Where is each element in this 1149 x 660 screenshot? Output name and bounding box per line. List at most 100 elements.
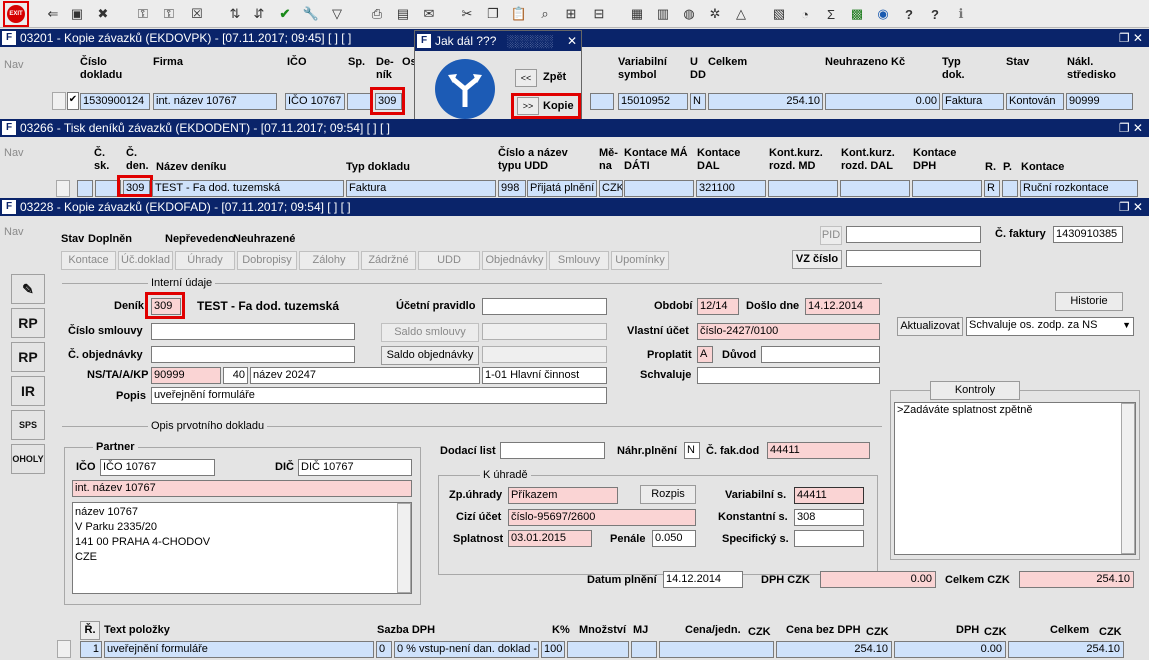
tab-dobropisy[interactable]: Dobropisy: [237, 251, 297, 270]
tab-smlouvy[interactable]: Smlouvy: [549, 251, 609, 270]
tab-ucdoklad[interactable]: Úč.doklad: [118, 251, 173, 270]
info-icon[interactable]: ℹ: [950, 3, 972, 25]
paste-icon[interactable]: 📋: [508, 3, 530, 25]
item-sazba-text[interactable]: 0 % vstup-není dan. doklad -: [394, 641, 539, 658]
help-icon[interactable]: ?: [898, 3, 920, 25]
row-blank[interactable]: [77, 180, 93, 197]
item-celk[interactable]: 254.10: [1008, 641, 1124, 658]
obdobi-field[interactable]: 12/14: [697, 298, 739, 315]
ta-field[interactable]: 40: [223, 367, 248, 384]
chevron-down-icon[interactable]: ▼: [1122, 318, 1131, 333]
row-stav[interactable]: Kontován: [1006, 93, 1064, 110]
saldo-objednavky-button[interactable]: Saldo objednávky: [381, 346, 479, 365]
objednavka-field[interactable]: [151, 346, 355, 363]
delete-record-icon[interactable]: ✖: [92, 3, 114, 25]
cfak-field[interactable]: 44411: [767, 442, 870, 459]
row-celkem[interactable]: 254.10: [708, 93, 823, 110]
scroll-up-icon[interactable]: [56, 180, 70, 197]
sort-desc-icon[interactable]: ⇵: [248, 3, 270, 25]
duvod-field[interactable]: [761, 346, 880, 363]
row-nazev[interactable]: TEST - Fa dod. tuzemská: [152, 180, 344, 197]
c-faktury-field[interactable]: 1430910385: [1053, 226, 1123, 243]
ico-field[interactable]: IČO 10767: [100, 459, 215, 476]
datum-field[interactable]: 14.12.2014: [663, 571, 743, 588]
vlastni-field[interactable]: číslo-2427/0100: [697, 323, 880, 340]
item-cbd[interactable]: 254.10: [776, 641, 892, 658]
row-cislo[interactable]: 998: [498, 180, 526, 197]
nav-label[interactable]: Nav: [4, 226, 24, 238]
tab-kontace[interactable]: Kontace: [61, 251, 116, 270]
grid-icon[interactable]: ⊟: [588, 3, 610, 25]
adresa-scrollbar[interactable]: [397, 503, 411, 593]
ir-icon[interactable]: IR: [11, 376, 45, 406]
kontroly-button[interactable]: Kontroly: [930, 381, 1020, 400]
tab-upominky[interactable]: Upomínky: [611, 251, 669, 270]
sps-icon[interactable]: SPS: [11, 410, 45, 440]
cancel-icon[interactable]: ☒: [186, 3, 208, 25]
rp-cz-icon[interactable]: RP: [11, 308, 45, 338]
document-icon[interactable]: ▧: [768, 3, 790, 25]
row-kkdal[interactable]: [840, 180, 910, 197]
row-os[interactable]: [590, 93, 614, 110]
nahr-field[interactable]: N: [684, 442, 700, 459]
celkem-field[interactable]: 254.10: [1019, 571, 1134, 588]
back-label[interactable]: Zpět: [543, 71, 566, 83]
item-mj[interactable]: [631, 641, 657, 658]
proplatit-field[interactable]: A: [697, 346, 713, 363]
back-icon[interactable]: <<: [515, 69, 537, 87]
row-sp[interactable]: [347, 93, 372, 110]
copy-icon-button[interactable]: >>: [517, 97, 539, 115]
warning-icon[interactable]: △: [730, 3, 752, 25]
rozpis-button[interactable]: Rozpis: [640, 485, 696, 504]
aktualizovat-button[interactable]: Aktualizovat: [897, 317, 963, 336]
row-p[interactable]: [1002, 180, 1018, 197]
window-controls-icon[interactable]: ❐ ✕: [1119, 29, 1143, 47]
vz-field[interactable]: [846, 250, 981, 267]
doslo-field[interactable]: 14.12.2014: [805, 298, 880, 315]
wrench-icon[interactable]: 🔧: [300, 3, 322, 25]
window-controls-icon[interactable]: ❐ ✕: [1119, 198, 1143, 216]
ohrol-icon[interactable]: OHOLY: [11, 444, 45, 474]
globe-icon[interactable]: ◍: [678, 3, 700, 25]
saldo-smlouvy-button[interactable]: Saldo smlouvy: [381, 323, 479, 342]
row-firma[interactable]: int. název 10767: [153, 93, 277, 110]
smlouva-field[interactable]: [151, 323, 355, 340]
calculator-icon[interactable]: ▦: [626, 3, 648, 25]
context-help-icon[interactable]: ?: [924, 3, 946, 25]
row-neuhrazeno[interactable]: 0.00: [825, 93, 940, 110]
row-udd[interactable]: Přijatá plnění z: [527, 180, 597, 197]
tab-zadrzne[interactable]: Zádržné: [361, 251, 416, 270]
row-cislo[interactable]: 1530900124: [80, 93, 150, 110]
nav-label[interactable]: Nav: [4, 59, 24, 71]
tab-uhrady[interactable]: Úhrady: [175, 251, 235, 270]
scroll-up-icon[interactable]: [52, 92, 66, 110]
confirm-icon[interactable]: ✔: [274, 3, 296, 25]
splatnost-field[interactable]: 03.01.2015: [508, 530, 592, 547]
dodaci-field[interactable]: [500, 442, 605, 459]
copy-icon[interactable]: ❐: [482, 3, 504, 25]
adresa-field[interactable]: název 10767 V Parku 2335/20 141 00 PRAHA…: [72, 502, 412, 594]
copy-label[interactable]: Kopie: [543, 100, 574, 112]
row-vs[interactable]: 15010952: [618, 93, 688, 110]
item-sazba[interactable]: 0: [376, 641, 392, 658]
pid-button[interactable]: PID: [820, 226, 842, 245]
cizi-field[interactable]: číslo-95697/2600: [508, 509, 696, 526]
unlock-icon[interactable]: ⚿: [158, 3, 180, 25]
item-kp[interactable]: 100: [541, 641, 565, 658]
rp-eu-icon[interactable]: RP: [11, 342, 45, 372]
sun-icon[interactable]: ✲: [704, 3, 726, 25]
row-r[interactable]: R: [984, 180, 1000, 197]
historie-button[interactable]: Historie: [1055, 292, 1123, 311]
sum-icon[interactable]: Σ: [820, 3, 842, 25]
lock-icon[interactable]: ⚿: [132, 3, 154, 25]
edit-pen-icon[interactable]: ✎: [11, 274, 45, 304]
exit-button[interactable]: EXIT: [3, 1, 29, 27]
int-nazev-field[interactable]: int. název 10767: [72, 480, 412, 497]
row-checkbox[interactable]: ✔: [67, 92, 79, 110]
dialog-close-icon[interactable]: ✕: [567, 31, 577, 51]
tab-udd[interactable]: UDD: [418, 251, 480, 270]
clock-icon[interactable]: ◔: [794, 3, 816, 25]
calendar-icon[interactable]: ▥: [652, 3, 674, 25]
item-dph[interactable]: 0.00: [894, 641, 1006, 658]
item-r[interactable]: 1: [80, 641, 102, 658]
